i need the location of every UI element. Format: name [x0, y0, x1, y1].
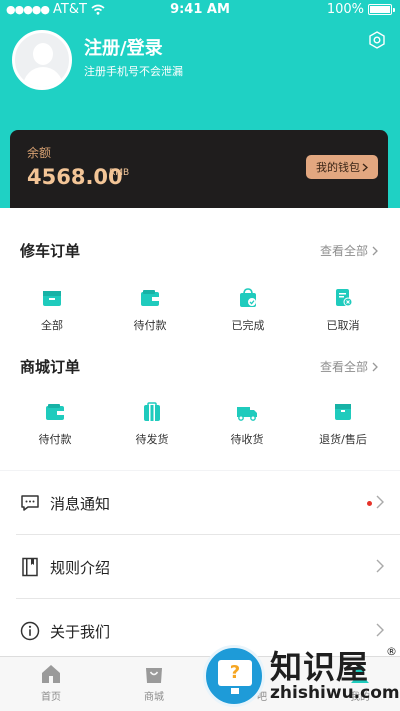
watermark-text: 知识屋	[270, 648, 370, 686]
info-icon	[20, 621, 40, 641]
document-cancel-icon	[336, 289, 353, 307]
chevron-right-icon	[372, 246, 378, 255]
chevron-right-icon	[376, 495, 384, 509]
package-icon	[144, 402, 160, 421]
question-mark-icon: ?	[229, 662, 241, 683]
item-label: 全部	[41, 319, 63, 332]
battery-percent: 100%	[326, 2, 364, 17]
tab-label: 首页	[41, 692, 61, 703]
item-label: 待付款	[133, 319, 167, 332]
tab-home[interactable]: 首页	[21, 663, 81, 703]
tab-label: 商城	[144, 692, 164, 703]
mall-orders-view-all[interactable]: 查看全部	[320, 358, 378, 375]
chevron-right-icon	[376, 623, 384, 637]
menu-label: 消息通知	[50, 495, 111, 513]
login-register-link[interactable]: 注册/登录	[84, 34, 163, 60]
wallet-icon	[141, 290, 159, 306]
truck-icon	[237, 407, 257, 421]
view-all-label: 查看全部	[319, 360, 368, 374]
my-wallet-button[interactable]: 我的钱包	[306, 155, 378, 179]
wallet-icon	[46, 404, 64, 420]
mall-orders-title: 商城订单	[20, 358, 81, 376]
chevron-right-icon	[372, 362, 378, 371]
home-icon	[42, 665, 60, 683]
menu-label: 关于我们	[50, 623, 111, 641]
box-icon	[43, 291, 61, 306]
item-label: 退货/售后	[319, 433, 367, 446]
item-label: 待付款	[38, 433, 72, 446]
registered-mark: ®	[386, 645, 397, 658]
monitor-stand	[231, 688, 239, 694]
item-label: 已完成	[231, 319, 265, 332]
repair-order-all[interactable]: 全部	[12, 288, 92, 333]
message-icon	[21, 495, 39, 511]
repair-orders-view-all[interactable]: 查看全部	[320, 242, 378, 259]
tab-mall[interactable]: 商城	[124, 663, 184, 703]
menu-item-rules[interactable]: 规则介绍	[0, 535, 400, 599]
balance-unit: RMB	[109, 168, 130, 178]
return-box-icon	[335, 404, 351, 420]
shopping-bag-icon	[146, 668, 162, 683]
chevron-right-icon	[376, 559, 384, 573]
item-label: 待收货	[230, 433, 264, 446]
item-label: 已取消	[326, 319, 360, 332]
repair-order-cancelled[interactable]: 已取消	[303, 288, 383, 333]
unread-dot	[367, 501, 372, 506]
book-icon	[22, 557, 38, 577]
mall-order-returns[interactable]: 退货/售后	[298, 402, 388, 447]
avatar[interactable]	[12, 30, 72, 90]
balance-card: 余额 4568.00 RMB 我的钱包	[10, 130, 388, 210]
mall-order-pending-receipt[interactable]: 待收货	[207, 402, 287, 447]
my-wallet-label: 我的钱包	[316, 161, 360, 174]
repair-order-pending-payment[interactable]: 待付款	[110, 288, 190, 333]
login-subtitle: 注册手机号不会泄漏	[84, 65, 183, 78]
battery-icon	[368, 4, 395, 15]
settings-gear-icon[interactable]	[368, 31, 386, 49]
mall-order-pending-shipment[interactable]: 待发货	[112, 402, 192, 447]
mall-order-pending-payment[interactable]: 待付款	[15, 402, 95, 447]
status-bar: ●●●●● AT&T 9:41 AM 100%	[0, 0, 400, 20]
repair-orders-title: 修车订单	[20, 242, 81, 260]
balance-label: 余额	[27, 146, 52, 160]
item-label: 待发货	[135, 433, 169, 446]
chevron-right-icon	[362, 163, 368, 171]
orders-card: 修车订单 查看全部 全部 待付款 已完成 已取消 商城订单 查看全部 待付款 待…	[0, 208, 400, 470]
menu-label: 规则介绍	[50, 559, 111, 577]
bag-check-icon	[240, 288, 256, 307]
menu-item-notifications[interactable]: 消息通知	[0, 471, 400, 535]
watermark-url: zhishiwu.com	[270, 683, 400, 703]
repair-order-completed[interactable]: 已完成	[208, 288, 288, 333]
view-all-label: 查看全部	[319, 244, 368, 258]
